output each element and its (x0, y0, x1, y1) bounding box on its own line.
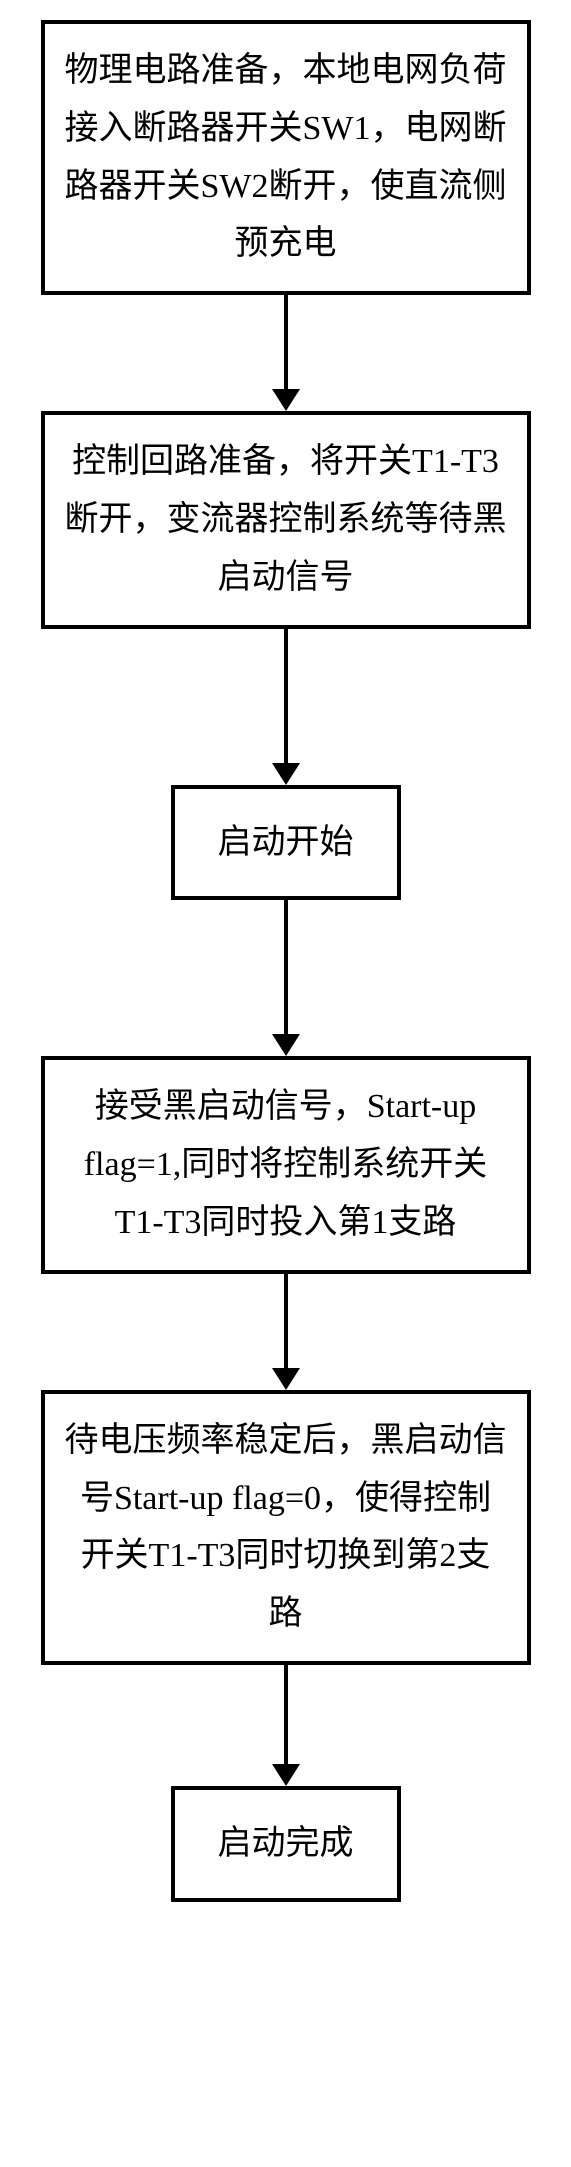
arrow-head-icon (272, 763, 300, 785)
step-box-5: 待电压频率稳定后，黑启动信号Start-up flag=0，使得控制开关T1-T… (41, 1390, 531, 1665)
arrow-line (284, 629, 288, 764)
step-box-6: 启动完成 (171, 1786, 401, 1902)
arrow-head-icon (272, 1034, 300, 1056)
arrow-1 (272, 295, 300, 411)
step-box-2: 控制回路准备，将开关T1-T3断开，变流器控制系统等待黑启动信号 (41, 411, 531, 628)
step-text: 启动开始 (218, 814, 354, 872)
step-text: 接受黑启动信号，Start-up flag=1,同时将控制系统开关T1-T3同时… (65, 1078, 507, 1251)
arrow-head-icon (272, 1764, 300, 1786)
step-text: 启动完成 (218, 1815, 354, 1873)
arrow-line (284, 900, 288, 1035)
arrow-line (284, 295, 288, 390)
step-text: 物理电路准备，本地电网负荷接入断路器开关SW1，电网断路器开关SW2断开，使直流… (65, 42, 507, 273)
arrow-head-icon (272, 389, 300, 411)
flowchart-container: 物理电路准备，本地电网负荷接入断路器开关SW1，电网断路器开关SW2断开，使直流… (0, 0, 571, 1902)
arrow-3 (272, 900, 300, 1056)
step-text: 控制回路准备，将开关T1-T3断开，变流器控制系统等待黑启动信号 (65, 433, 507, 606)
arrow-line (284, 1665, 288, 1765)
step-box-4: 接受黑启动信号，Start-up flag=1,同时将控制系统开关T1-T3同时… (41, 1056, 531, 1273)
arrow-4 (272, 1274, 300, 1390)
arrow-head-icon (272, 1368, 300, 1390)
arrow-2 (272, 629, 300, 785)
step-text: 待电压频率稳定后，黑启动信号Start-up flag=0，使得控制开关T1-T… (65, 1412, 507, 1643)
step-box-3: 启动开始 (171, 785, 401, 901)
arrow-5 (272, 1665, 300, 1786)
arrow-line (284, 1274, 288, 1369)
step-box-1: 物理电路准备，本地电网负荷接入断路器开关SW1，电网断路器开关SW2断开，使直流… (41, 20, 531, 295)
